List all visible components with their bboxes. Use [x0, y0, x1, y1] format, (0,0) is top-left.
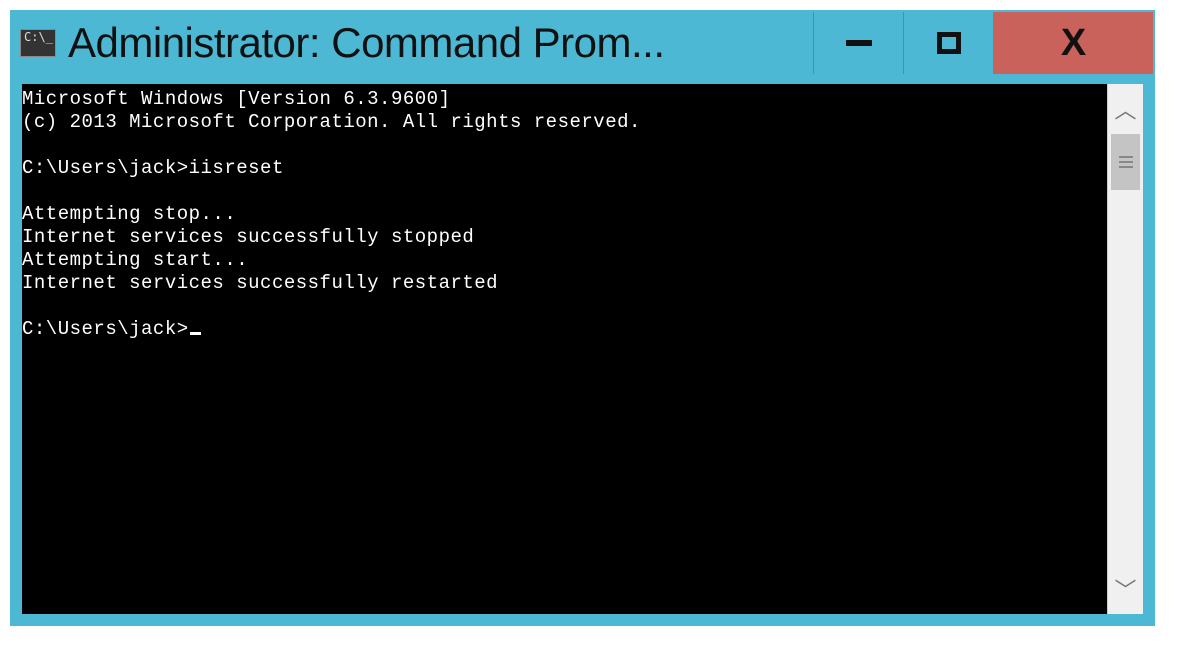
close-button[interactable]: X: [993, 12, 1153, 74]
cmd-icon-text: C:\_: [24, 31, 53, 43]
thumb-grip-icon: [1119, 156, 1133, 168]
close-icon: X: [1061, 24, 1086, 62]
window-controls: X: [813, 12, 1153, 74]
chevron-down-icon: ﹀: [1114, 573, 1136, 605]
window-title: Administrator: Command Prom...: [68, 19, 813, 67]
scroll-up-button[interactable]: ︿: [1108, 84, 1143, 134]
scroll-thumb[interactable]: [1111, 134, 1140, 190]
chevron-up-icon: ︿: [1114, 93, 1136, 125]
cmd-icon: C:\_: [20, 29, 56, 57]
client-area: Microsoft Windows [Version 6.3.9600] (c)…: [12, 74, 1153, 624]
command-prompt-window: C:\_ Administrator: Command Prom... X Mi…: [10, 10, 1155, 626]
console-output[interactable]: Microsoft Windows [Version 6.3.9600] (c)…: [22, 84, 1107, 614]
maximize-button[interactable]: [903, 12, 993, 74]
cursor: [190, 332, 201, 335]
scroll-down-button[interactable]: ﹀: [1108, 564, 1143, 614]
scroll-track[interactable]: [1108, 134, 1143, 564]
vertical-scrollbar[interactable]: ︿ ﹀: [1107, 84, 1143, 614]
titlebar[interactable]: C:\_ Administrator: Command Prom... X: [12, 12, 1153, 74]
minimize-icon: [846, 40, 872, 46]
minimize-button[interactable]: [813, 12, 903, 74]
maximize-icon: [937, 32, 961, 54]
